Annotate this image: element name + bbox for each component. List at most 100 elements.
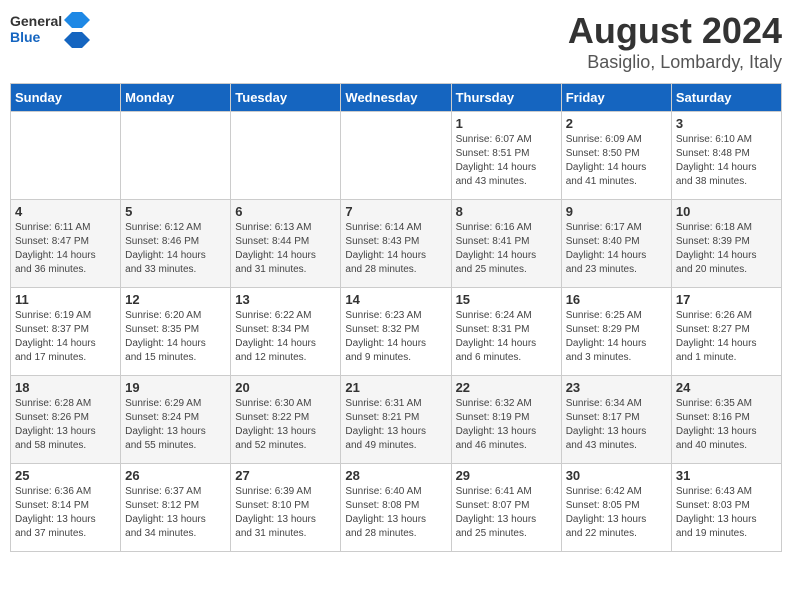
subtitle: Basiglio, Lombardy, Italy bbox=[568, 52, 782, 73]
column-header-thursday: Thursday bbox=[451, 84, 561, 112]
day-info: Sunrise: 6:23 AM Sunset: 8:32 PM Dayligh… bbox=[345, 309, 446, 365]
svg-text:Blue: Blue bbox=[10, 29, 41, 45]
day-number: 4 bbox=[15, 204, 116, 219]
day-info: Sunrise: 6:17 AM Sunset: 8:40 PM Dayligh… bbox=[566, 221, 667, 277]
calendar-cell: 16 Sunrise: 6:25 AM Sunset: 8:29 PM Dayli… bbox=[561, 288, 671, 376]
day-number: 22 bbox=[456, 380, 557, 395]
day-info: Sunrise: 6:30 AM Sunset: 8:22 PM Dayligh… bbox=[235, 397, 336, 453]
day-info: Sunrise: 6:25 AM Sunset: 8:29 PM Dayligh… bbox=[566, 309, 667, 365]
calendar-cell: 3 Sunrise: 6:10 AM Sunset: 8:48 PM Daylig… bbox=[671, 112, 781, 200]
day-number: 29 bbox=[456, 468, 557, 483]
day-number: 25 bbox=[15, 468, 116, 483]
day-info: Sunrise: 6:26 AM Sunset: 8:27 PM Dayligh… bbox=[676, 309, 777, 365]
calendar-cell: 8 Sunrise: 6:16 AM Sunset: 8:41 PM Daylig… bbox=[451, 200, 561, 288]
calendar-cell: 28 Sunrise: 6:40 AM Sunset: 8:08 PM Dayli… bbox=[341, 464, 451, 552]
column-header-friday: Friday bbox=[561, 84, 671, 112]
day-number: 17 bbox=[676, 292, 777, 307]
day-info: Sunrise: 6:37 AM Sunset: 8:12 PM Dayligh… bbox=[125, 485, 226, 541]
calendar-cell: 10Sunrise: 6:18 AM Sunset: 8:39 PM Dayli… bbox=[671, 200, 781, 288]
calendar-cell: 30 Sunrise: 6:42 AM Sunset: 8:05 PM Dayli… bbox=[561, 464, 671, 552]
day-number: 1 bbox=[456, 116, 557, 131]
day-info: Sunrise: 6:22 AM Sunset: 8:34 PM Dayligh… bbox=[235, 309, 336, 365]
day-info: Sunrise: 6:36 AM Sunset: 8:14 PM Dayligh… bbox=[15, 485, 116, 541]
day-number: 16 bbox=[566, 292, 667, 307]
calendar-cell: 24 Sunrise: 6:35 AM Sunset: 8:16 PM Dayli… bbox=[671, 376, 781, 464]
logo-graphic: General Blue bbox=[10, 10, 90, 52]
calendar-cell: 13 Sunrise: 6:22 AM Sunset: 8:34 PM Dayli… bbox=[231, 288, 341, 376]
title-block: August 2024 Basiglio, Lombardy, Italy bbox=[568, 10, 782, 73]
day-info: Sunrise: 6:31 AM Sunset: 8:21 PM Dayligh… bbox=[345, 397, 446, 453]
calendar-cell: 4 Sunrise: 6:11 AM Sunset: 8:47 PM Daylig… bbox=[11, 200, 121, 288]
day-number: 20 bbox=[235, 380, 336, 395]
day-info: Sunrise: 6:35 AM Sunset: 8:16 PM Dayligh… bbox=[676, 397, 777, 453]
day-info: Sunrise: 6:34 AM Sunset: 8:17 PM Dayligh… bbox=[566, 397, 667, 453]
day-info: Sunrise: 6:14 AM Sunset: 8:43 PM Dayligh… bbox=[345, 221, 446, 277]
day-info: Sunrise: 6:32 AM Sunset: 8:19 PM Dayligh… bbox=[456, 397, 557, 453]
day-number: 31 bbox=[676, 468, 777, 483]
calendar-cell: 22 Sunrise: 6:32 AM Sunset: 8:19 PM Dayli… bbox=[451, 376, 561, 464]
day-info: Sunrise: 6:42 AM Sunset: 8:05 PM Dayligh… bbox=[566, 485, 667, 541]
day-number: 28 bbox=[345, 468, 446, 483]
calendar-cell: 17 Sunrise: 6:26 AM Sunset: 8:27 PM Dayli… bbox=[671, 288, 781, 376]
calendar-cell: 5 Sunrise: 6:12 AM Sunset: 8:46 PM Daylig… bbox=[121, 200, 231, 288]
day-number: 30 bbox=[566, 468, 667, 483]
day-number: 7 bbox=[345, 204, 446, 219]
day-info: Sunrise: 6:09 AM Sunset: 8:50 PM Dayligh… bbox=[566, 133, 667, 189]
day-number: 11 bbox=[15, 292, 116, 307]
calendar-cell: 14 Sunrise: 6:23 AM Sunset: 8:32 PM Dayli… bbox=[341, 288, 451, 376]
day-info: Sunrise: 6:16 AM Sunset: 8:41 PM Dayligh… bbox=[456, 221, 557, 277]
calendar-cell: 31 Sunrise: 6:43 AM Sunset: 8:03 PM Dayli… bbox=[671, 464, 781, 552]
day-info: Sunrise: 6:20 AM Sunset: 8:35 PM Dayligh… bbox=[125, 309, 226, 365]
day-info: Sunrise: 6:10 AM Sunset: 8:48 PM Dayligh… bbox=[676, 133, 777, 189]
logo: General Blue bbox=[10, 10, 90, 52]
page-header: General Blue August 2024 Basiglio, Lomba… bbox=[10, 10, 782, 73]
column-header-tuesday: Tuesday bbox=[231, 84, 341, 112]
day-info: Sunrise: 6:12 AM Sunset: 8:46 PM Dayligh… bbox=[125, 221, 226, 277]
main-title: August 2024 bbox=[568, 10, 782, 52]
column-header-sunday: Sunday bbox=[11, 84, 121, 112]
day-number: 8 bbox=[456, 204, 557, 219]
calendar-cell bbox=[11, 112, 121, 200]
calendar-cell: 2 Sunrise: 6:09 AM Sunset: 8:50 PM Daylig… bbox=[561, 112, 671, 200]
day-info: Sunrise: 6:19 AM Sunset: 8:37 PM Dayligh… bbox=[15, 309, 116, 365]
calendar-week-row: 25 Sunrise: 6:36 AM Sunset: 8:14 PM Dayli… bbox=[11, 464, 782, 552]
day-info: Sunrise: 6:13 AM Sunset: 8:44 PM Dayligh… bbox=[235, 221, 336, 277]
day-info: Sunrise: 6:24 AM Sunset: 8:31 PM Dayligh… bbox=[456, 309, 557, 365]
day-number: 13 bbox=[235, 292, 336, 307]
calendar-cell: 29 Sunrise: 6:41 AM Sunset: 8:07 PM Dayli… bbox=[451, 464, 561, 552]
calendar-week-row: 18 Sunrise: 6:28 AM Sunset: 8:26 PM Dayli… bbox=[11, 376, 782, 464]
calendar-cell: 20 Sunrise: 6:30 AM Sunset: 8:22 PM Dayli… bbox=[231, 376, 341, 464]
day-info: Sunrise: 6:28 AM Sunset: 8:26 PM Dayligh… bbox=[15, 397, 116, 453]
calendar-table: SundayMondayTuesdayWednesdayThursdayFrid… bbox=[10, 83, 782, 552]
calendar-cell bbox=[121, 112, 231, 200]
day-info: Sunrise: 6:41 AM Sunset: 8:07 PM Dayligh… bbox=[456, 485, 557, 541]
calendar-cell: 25 Sunrise: 6:36 AM Sunset: 8:14 PM Dayli… bbox=[11, 464, 121, 552]
calendar-cell: 23Sunrise: 6:34 AM Sunset: 8:17 PM Dayli… bbox=[561, 376, 671, 464]
calendar-week-row: 1 Sunrise: 6:07 AM Sunset: 8:51 PM Daylig… bbox=[11, 112, 782, 200]
day-number: 2 bbox=[566, 116, 667, 131]
day-number: 21 bbox=[345, 380, 446, 395]
day-info: Sunrise: 6:43 AM Sunset: 8:03 PM Dayligh… bbox=[676, 485, 777, 541]
day-number: 3 bbox=[676, 116, 777, 131]
day-number: 12 bbox=[125, 292, 226, 307]
day-number: 15 bbox=[456, 292, 557, 307]
calendar-cell: 27Sunrise: 6:39 AM Sunset: 8:10 PM Dayli… bbox=[231, 464, 341, 552]
day-info: Sunrise: 6:11 AM Sunset: 8:47 PM Dayligh… bbox=[15, 221, 116, 277]
calendar-week-row: 11 Sunrise: 6:19 AM Sunset: 8:37 PM Dayli… bbox=[11, 288, 782, 376]
calendar-cell: 18 Sunrise: 6:28 AM Sunset: 8:26 PM Dayli… bbox=[11, 376, 121, 464]
svg-text:General: General bbox=[10, 13, 62, 29]
day-number: 24 bbox=[676, 380, 777, 395]
calendar-cell: 11 Sunrise: 6:19 AM Sunset: 8:37 PM Dayli… bbox=[11, 288, 121, 376]
day-info: Sunrise: 6:40 AM Sunset: 8:08 PM Dayligh… bbox=[345, 485, 446, 541]
calendar-cell: 6Sunrise: 6:13 AM Sunset: 8:44 PM Daylig… bbox=[231, 200, 341, 288]
calendar-cell: 19Sunrise: 6:29 AM Sunset: 8:24 PM Dayli… bbox=[121, 376, 231, 464]
day-number: 10 bbox=[676, 204, 777, 219]
calendar-cell bbox=[341, 112, 451, 200]
calendar-cell: 15 Sunrise: 6:24 AM Sunset: 8:31 PM Dayli… bbox=[451, 288, 561, 376]
day-number: 27 bbox=[235, 468, 336, 483]
calendar-header-row: SundayMondayTuesdayWednesdayThursdayFrid… bbox=[11, 84, 782, 112]
day-number: 14 bbox=[345, 292, 446, 307]
day-info: Sunrise: 6:07 AM Sunset: 8:51 PM Dayligh… bbox=[456, 133, 557, 189]
day-number: 5 bbox=[125, 204, 226, 219]
day-number: 18 bbox=[15, 380, 116, 395]
